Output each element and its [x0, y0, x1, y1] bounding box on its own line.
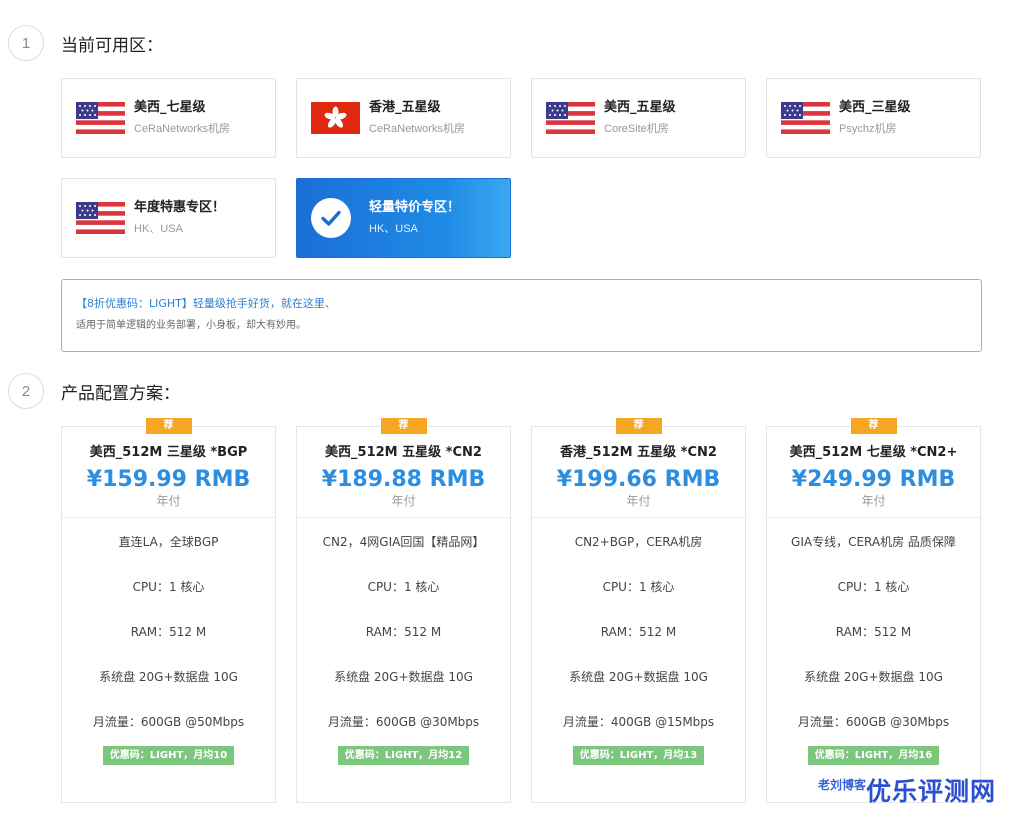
- step-number: 1: [8, 25, 44, 61]
- plan-feature: RAM：512 M: [365, 625, 442, 639]
- plan-feature: GIA专线，CERA机房 品质保障: [791, 535, 956, 549]
- zone-us-west-3star[interactable]: 美西_三星级 Psychz机房: [766, 78, 981, 158]
- zone-name: 轻量特价专区！: [369, 200, 461, 215]
- plan-feature: CN2，4网GIA回国【精品网】: [322, 535, 485, 549]
- recommend-badge: 荐: [850, 418, 897, 434]
- plan-price: ¥199.66 RMB: [556, 467, 721, 492]
- step-number: 2: [8, 373, 44, 409]
- zone-datacenter: CeRaNetworks机房: [134, 123, 230, 135]
- promo-code-tag: 优惠码：LIGHT，月均16: [808, 746, 939, 765]
- zone-datacenter: HK、USA: [369, 223, 418, 235]
- zone-light-special-selected[interactable]: 轻量特价专区！ HK、USA: [296, 178, 511, 258]
- plan-title: 香港_512M 五星级 *CN2: [560, 445, 717, 460]
- plan-price: ¥159.99 RMB: [86, 467, 251, 492]
- notice-line-1: 【8折优惠码：LIGHT】轻量级抢手好货，就在这里、: [76, 297, 336, 310]
- zone-datacenter: Psychz机房: [839, 123, 897, 135]
- plan-feature: 系统盘 20G+数据盘 10G: [99, 670, 238, 684]
- plan-feature: CPU：1 核心: [837, 580, 910, 594]
- plan-feature: CN2+BGP，CERA机房: [574, 535, 703, 549]
- zone-name: 美西_五星级: [604, 100, 676, 115]
- plan-card-hk-5star-cn2[interactable]: 荐 香港_512M 五星级 *CN2 ¥199.66 RMB 年付 CN2+BG…: [531, 418, 746, 803]
- billing-cycle: 年付: [626, 494, 651, 508]
- promo-notice: 【8折优惠码：LIGHT】轻量级抢手好货，就在这里、 适用于简单逻辑的业务部署，…: [61, 279, 982, 352]
- plan-card-us-west-7star-cn2plus[interactable]: 荐 美西_512M 七星级 *CN2+ ¥249.99 RMB 年付 GIA专线…: [766, 418, 981, 803]
- usa-flag-icon: [76, 202, 125, 234]
- plan-card-us-west-3star-bgp[interactable]: 荐 美西_512M 三星级 *BGP ¥159.99 RMB 年付 直连LA，全…: [61, 418, 276, 803]
- plan-title: 美西_512M 七星级 *CN2+: [789, 445, 958, 460]
- step-1-header: 1 当前可用区：: [8, 25, 163, 61]
- plan-feature: 月流量：600GB @50Mbps: [92, 715, 245, 729]
- notice-line-2: 适用于简单逻辑的业务部署，小身板，却大有妙用。: [76, 320, 306, 331]
- plan-feature: 月流量：600GB @30Mbps: [797, 715, 950, 729]
- promo-code-tag: 优惠码：LIGHT，月均12: [338, 746, 469, 765]
- plan-feature: 系统盘 20G+数据盘 10G: [569, 670, 708, 684]
- zone-name: 香港_五星级: [369, 100, 441, 115]
- step-2-header: 2 产品配置方案：: [8, 373, 180, 409]
- plan-feature: CPU：1 核心: [367, 580, 440, 594]
- recommend-badge: 荐: [380, 418, 427, 434]
- promo-code-tag: 优惠码：LIGHT，月均10: [103, 746, 234, 765]
- billing-cycle: 年付: [156, 494, 181, 508]
- plan-title: 美西_512M 五星级 *CN2: [325, 445, 482, 460]
- step-title: 当前可用区：: [61, 35, 163, 56]
- site-watermark: 老刘博客 优乐评测网: [812, 770, 1024, 810]
- plan-card-us-west-5star-cn2[interactable]: 荐 美西_512M 五星级 *CN2 ¥189.88 RMB 年付 CN2，4网…: [296, 418, 511, 803]
- zone-name: 美西_三星级: [839, 100, 911, 115]
- plan-feature: 月流量：400GB @15Mbps: [562, 715, 715, 729]
- recommend-badge: 荐: [145, 418, 192, 434]
- plan-feature: 月流量：600GB @30Mbps: [327, 715, 480, 729]
- zone-us-west-7star[interactable]: 美西_七星级 CeRaNetworks机房: [61, 78, 276, 158]
- zone-name: 美西_七星级: [134, 100, 206, 115]
- check-icon: [311, 198, 351, 238]
- plan-price: ¥249.99 RMB: [791, 467, 956, 492]
- recommend-badge: 荐: [615, 418, 662, 434]
- plan-feature: 直连LA，全球BGP: [118, 535, 219, 549]
- usa-flag-icon: [76, 102, 125, 134]
- step-title: 产品配置方案：: [61, 383, 180, 404]
- plan-feature: RAM：512 M: [130, 625, 207, 639]
- watermark-small-text: 老刘博客: [818, 778, 867, 792]
- plan-feature: CPU：1 核心: [132, 580, 205, 594]
- zone-hk-5star[interactable]: 香港_五星级 CeRaNetworks机房: [296, 78, 511, 158]
- billing-cycle: 年付: [861, 494, 886, 508]
- hk-flag-icon: [311, 102, 360, 134]
- plan-price: ¥189.88 RMB: [321, 467, 486, 492]
- zone-datacenter: HK、USA: [134, 223, 183, 235]
- zone-datacenter: CoreSite机房: [604, 123, 669, 135]
- plan-feature: RAM：512 M: [600, 625, 677, 639]
- zone-us-west-5star[interactable]: 美西_五星级 CoreSite机房: [531, 78, 746, 158]
- plan-title: 美西_512M 三星级 *BGP: [89, 445, 248, 460]
- plan-feature: RAM：512 M: [835, 625, 912, 639]
- zone-annual-special[interactable]: 年度特惠专区！ HK、USA: [61, 178, 276, 258]
- zone-datacenter: CeRaNetworks机房: [369, 123, 465, 135]
- zone-name: 年度特惠专区！: [134, 200, 226, 215]
- promo-code-tag: 优惠码：LIGHT，月均13: [573, 746, 704, 765]
- plan-feature: CPU：1 核心: [602, 580, 675, 594]
- plan-feature: 系统盘 20G+数据盘 10G: [804, 670, 943, 684]
- watermark-big-text: 优乐评测网: [866, 777, 997, 806]
- billing-cycle: 年付: [391, 494, 416, 508]
- plan-feature: 系统盘 20G+数据盘 10G: [334, 670, 473, 684]
- usa-flag-icon: [781, 102, 830, 134]
- usa-flag-icon: [546, 102, 595, 134]
